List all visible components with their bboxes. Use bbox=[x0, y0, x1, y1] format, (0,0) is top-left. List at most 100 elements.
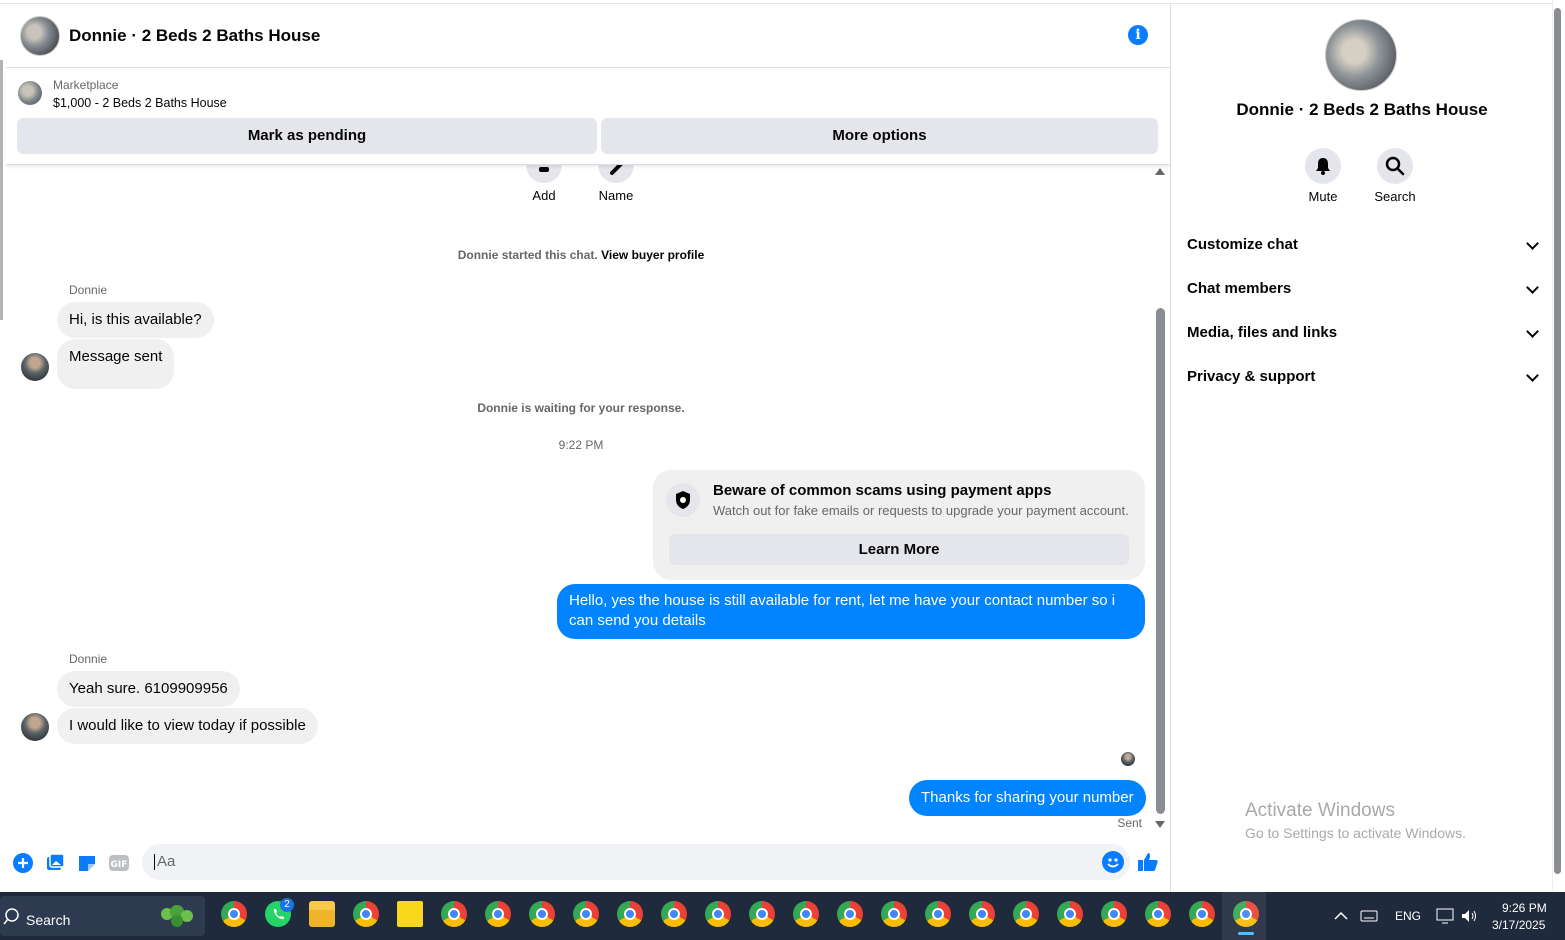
chrome-icon[interactable] bbox=[793, 901, 819, 927]
section-label: Customize chat bbox=[1187, 236, 1298, 253]
chat-title[interactable]: Donnie · 2 Beds 2 Baths House bbox=[69, 26, 320, 46]
section-label: Chat members bbox=[1187, 280, 1292, 297]
listing-thumbnail[interactable] bbox=[18, 81, 42, 105]
chrome-icon[interactable] bbox=[1013, 901, 1039, 927]
search-icon bbox=[3, 908, 19, 925]
chrome-icon[interactable] bbox=[705, 901, 731, 927]
learn-more-button[interactable]: Learn More bbox=[669, 534, 1129, 565]
donnie-avatar[interactable] bbox=[21, 713, 49, 741]
svg-text:GIF: GIF bbox=[111, 860, 128, 870]
scam-warning-card: Beware of common scams using payment app… bbox=[653, 470, 1145, 580]
timestamp: 9:22 PM bbox=[558, 438, 604, 452]
photo-icon[interactable] bbox=[44, 852, 66, 874]
chrome-icon[interactable] bbox=[925, 901, 951, 927]
chrome-icon[interactable] bbox=[749, 901, 775, 927]
chat-started-text: Donnie started this chat. bbox=[457, 248, 598, 262]
bell-icon bbox=[1316, 158, 1330, 175]
message-bubble[interactable]: Message sent bbox=[57, 339, 175, 389]
chrome-icon[interactable] bbox=[485, 901, 511, 927]
chrome-icon[interactable] bbox=[661, 901, 687, 927]
message-input[interactable]: Aa bbox=[142, 844, 1130, 880]
mute-label: Mute bbox=[1308, 189, 1338, 204]
message-scrollbar[interactable] bbox=[1156, 308, 1165, 814]
whatsapp-badge: 2 bbox=[280, 898, 294, 912]
emoji-icon[interactable] bbox=[1102, 851, 1124, 873]
chevron-up-icon[interactable] bbox=[1334, 911, 1348, 921]
chrome-icon[interactable] bbox=[221, 901, 247, 927]
warning-subtitle: Watch out for fake emails or requests to… bbox=[713, 503, 1129, 518]
sticker-icon[interactable] bbox=[76, 852, 98, 874]
info-icon[interactable]: i bbox=[1128, 25, 1148, 45]
file-explorer-icon[interactable] bbox=[309, 901, 335, 927]
chrome-icon[interactable] bbox=[1057, 901, 1083, 927]
network-icon[interactable] bbox=[1436, 908, 1454, 924]
activate-windows-watermark: Activate Windows Go to Settings to activ… bbox=[1245, 800, 1466, 841]
chrome-icon[interactable] bbox=[837, 901, 863, 927]
gif-icon[interactable]: GIF bbox=[108, 852, 130, 874]
seen-avatar bbox=[1121, 752, 1135, 766]
watermark-title: Activate Windows bbox=[1245, 800, 1395, 821]
sender-name: Donnie bbox=[69, 652, 108, 666]
sent-status: Sent bbox=[1117, 816, 1142, 830]
view-buyer-profile-link[interactable]: View buyer profile bbox=[601, 248, 704, 262]
section-media-files-links[interactable]: Media, files and links bbox=[1187, 324, 1539, 348]
clock-date[interactable]: 3/17/2025 bbox=[1492, 918, 1545, 932]
section-privacy-support[interactable]: Privacy & support bbox=[1187, 368, 1539, 392]
mark-pending-button[interactable]: Mark as pending bbox=[17, 118, 597, 154]
chrome-icon[interactable] bbox=[529, 901, 555, 927]
chrome-icon[interactable] bbox=[969, 901, 995, 927]
taskbar-search-label: Search bbox=[26, 912, 71, 928]
page-scrollbar-thumb[interactable] bbox=[1554, 8, 1561, 874]
like-icon[interactable] bbox=[1136, 850, 1160, 874]
scroll-down-arrow[interactable] bbox=[1155, 821, 1165, 828]
chrome-icon[interactable] bbox=[881, 901, 907, 927]
mute-button[interactable] bbox=[1305, 148, 1341, 184]
chevron-down-icon bbox=[1526, 369, 1539, 382]
marketplace-bar: Marketplace $1,000 - 2 Beds 2 Baths Hous… bbox=[6, 69, 1170, 165]
volume-icon[interactable] bbox=[1460, 908, 1478, 924]
clock-time[interactable]: 9:26 PM bbox=[1502, 901, 1547, 915]
sender-name: Donnie bbox=[69, 283, 108, 297]
chevron-down-icon bbox=[1526, 281, 1539, 294]
composer: GIF Aa bbox=[6, 840, 1170, 886]
clover-icon bbox=[161, 905, 193, 927]
add-person-icon bbox=[539, 167, 549, 172]
chrome-icon[interactable] bbox=[573, 901, 599, 927]
panel-avatar[interactable] bbox=[1325, 19, 1397, 91]
taskbar-search[interactable]: Search bbox=[0, 896, 205, 936]
chrome-icon[interactable] bbox=[617, 901, 643, 927]
waiting-notice: Donnie is waiting for your response. bbox=[477, 401, 685, 415]
message-list: Add Name Donnie started this chat. View … bbox=[6, 165, 1156, 840]
chrome-icon[interactable] bbox=[1189, 901, 1215, 927]
message-bubble[interactable]: Yeah sure. 6109909956 bbox=[57, 671, 240, 707]
chat-avatar[interactable] bbox=[20, 15, 60, 56]
chrome-icon[interactable] bbox=[441, 901, 467, 927]
sticky-notes-icon[interactable] bbox=[397, 901, 423, 927]
my-message-bubble[interactable]: Thanks for sharing your number bbox=[909, 780, 1146, 816]
chrome-icon[interactable] bbox=[353, 901, 379, 927]
section-label: Privacy & support bbox=[1187, 368, 1316, 385]
donnie-avatar[interactable] bbox=[21, 353, 49, 381]
messenger-app: Donnie · 2 Beds 2 Baths House i Marketpl… bbox=[0, 0, 1565, 892]
add-person-button[interactable] bbox=[526, 165, 562, 183]
section-chat-members[interactable]: Chat members bbox=[1187, 280, 1539, 304]
chrome-icon[interactable] bbox=[1145, 901, 1171, 927]
scroll-up-arrow[interactable] bbox=[1155, 168, 1165, 175]
listing-title[interactable]: $1,000 - 2 Beds 2 Baths House bbox=[53, 96, 227, 110]
add-circle-icon[interactable] bbox=[12, 852, 34, 874]
more-options-button[interactable]: More options bbox=[601, 118, 1158, 154]
message-bubble[interactable]: I would like to view today if possible bbox=[57, 708, 318, 744]
section-customize-chat[interactable]: Customize chat bbox=[1187, 236, 1539, 260]
section-label: Media, files and links bbox=[1187, 324, 1338, 341]
search-button[interactable] bbox=[1377, 148, 1413, 184]
keyboard-icon[interactable] bbox=[1360, 910, 1378, 922]
name-chat-button[interactable] bbox=[598, 165, 634, 183]
my-message-bubble[interactable]: Hello, yes the house is still available … bbox=[557, 584, 1145, 639]
pencil-icon bbox=[610, 165, 623, 175]
language-indicator[interactable]: ENG bbox=[1395, 909, 1421, 923]
panel-title: Donnie · 2 Beds 2 Baths House bbox=[1236, 100, 1488, 119]
chat-started-notice: Donnie started this chat. View buyer pro… bbox=[6, 248, 1156, 262]
message-bubble[interactable]: Hi, is this available? bbox=[57, 302, 214, 338]
search-icon bbox=[1385, 156, 1405, 176]
chrome-icon[interactable] bbox=[1101, 901, 1127, 927]
